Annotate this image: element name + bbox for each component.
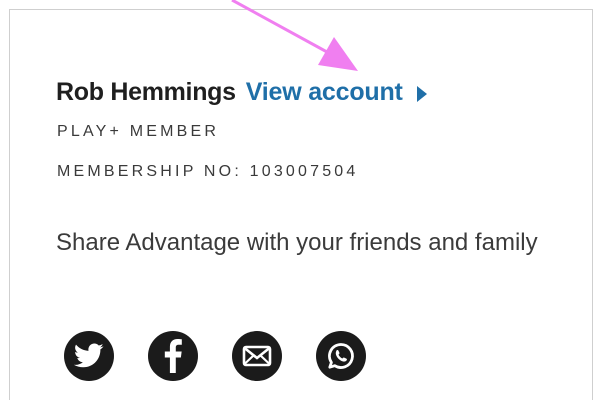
facebook-share-button[interactable] [148, 331, 198, 381]
whatsapp-icon [328, 343, 354, 369]
membership-number: MEMBERSHIP NO: 103007504 [57, 163, 359, 180]
view-account-link[interactable]: View account [246, 78, 427, 107]
account-summary-screen: Rob Hemmings View account PLAY+ MEMBER M… [0, 0, 603, 400]
account-header: Rob Hemmings View account [56, 78, 427, 107]
envelope-icon [242, 345, 272, 367]
share-icons [64, 331, 366, 381]
email-share-button[interactable] [232, 331, 282, 381]
share-prompt: Share Advantage with your friends and fa… [56, 229, 538, 256]
twitter-share-button[interactable] [64, 331, 114, 381]
whatsapp-share-button[interactable] [316, 331, 366, 381]
view-account-label: View account [245, 78, 403, 106]
membership-tier: PLAY+ MEMBER [57, 123, 220, 140]
facebook-icon [164, 339, 182, 373]
twitter-icon [74, 343, 104, 368]
caret-right-icon [416, 85, 427, 102]
member-name: Rob Hemmings [56, 78, 236, 106]
